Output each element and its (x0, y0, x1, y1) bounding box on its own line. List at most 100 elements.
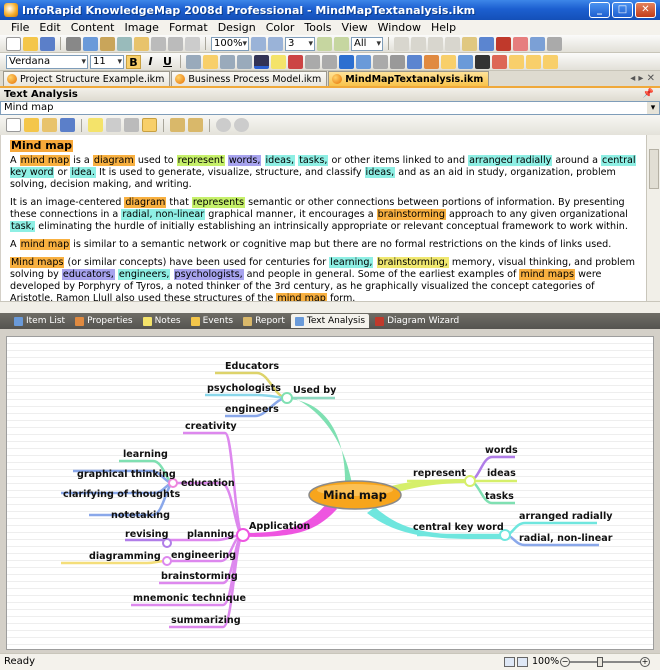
node-diagramming[interactable]: diagramming (89, 551, 161, 562)
relation-icon[interactable] (441, 54, 456, 69)
cut-icon[interactable] (66, 36, 81, 51)
tab-notes[interactable]: Notes (139, 314, 185, 328)
expand-icon[interactable] (317, 36, 332, 51)
align-left-icon[interactable] (186, 54, 201, 69)
chevron-down-icon[interactable]: ▾ (647, 102, 659, 114)
tab-text-analysis[interactable]: Text Analysis (290, 314, 370, 328)
highlighted-term[interactable]: psychologists, (173, 269, 244, 280)
highlighted-term[interactable]: mind map (19, 239, 71, 250)
italic-button[interactable]: I (143, 55, 158, 69)
highlighted-term[interactable]: radial, non-linear (121, 209, 206, 220)
zoom-in-icon[interactable] (251, 36, 266, 51)
highlight-icon[interactable] (271, 54, 286, 69)
analyze-icon[interactable] (142, 118, 157, 132)
highlighted-term[interactable]: Mind maps (10, 257, 65, 268)
node-summarizing[interactable]: summarizing (171, 615, 241, 626)
align-right-icon[interactable] (220, 54, 235, 69)
node-educators[interactable]: Educators (225, 361, 279, 372)
style-icon[interactable] (424, 54, 439, 69)
tab-navigation[interactable]: ◂ ▸ ✕ (630, 73, 655, 84)
sort-icon[interactable] (170, 118, 185, 132)
new-icon[interactable] (6, 36, 21, 51)
node-engineering[interactable]: engineering (171, 550, 236, 561)
vertical-scrollbar[interactable] (646, 135, 660, 301)
minimize-button[interactable]: _ (589, 2, 610, 18)
back-icon[interactable] (394, 36, 409, 51)
highlighted-term[interactable]: represents (191, 197, 246, 208)
mindmap-canvas[interactable]: Mind map Used by Educators psychologists… (6, 336, 654, 650)
line-style-icon[interactable] (305, 54, 320, 69)
print-icon[interactable] (134, 36, 149, 51)
delete-branch-icon[interactable] (513, 36, 528, 51)
highlighted-term[interactable]: engineers, (117, 269, 171, 280)
tab-project-structure[interactable]: Project Structure Example.ikm (3, 71, 171, 86)
tree-icon[interactable] (479, 36, 494, 51)
node-mnemonic-technique[interactable]: mnemonic technique (133, 593, 246, 604)
font-size-combo[interactable]: 11 (90, 54, 124, 69)
highlighted-term[interactable]: mind maps (519, 269, 576, 280)
shape-icon[interactable] (339, 54, 354, 69)
node-planning[interactable]: planning (187, 529, 234, 540)
find-icon[interactable] (117, 36, 132, 51)
highlighted-term[interactable]: ideas, (364, 167, 396, 178)
node-revising[interactable]: revising (125, 529, 169, 540)
previous-icon[interactable] (216, 118, 231, 132)
zoom-slider-knob[interactable] (597, 657, 603, 667)
connect-icon[interactable] (458, 54, 473, 69)
save-text-icon[interactable] (60, 118, 75, 132)
node-notetaking[interactable]: notetaking (111, 510, 170, 521)
line-icon[interactable] (356, 54, 371, 69)
save-icon[interactable] (40, 36, 55, 51)
font-color-icon[interactable] (254, 54, 269, 69)
tab-events[interactable]: Events (187, 314, 237, 328)
text-editor[interactable]: Mind map A mind map is a diagram used to… (1, 135, 646, 301)
menu-design[interactable]: Design (213, 20, 261, 35)
underline-button[interactable]: U (160, 55, 175, 69)
highlighted-term[interactable]: represent (176, 155, 225, 166)
undo-icon[interactable] (428, 36, 443, 51)
circle-icon[interactable] (475, 54, 490, 69)
node-clarifying-of-thoughts[interactable]: clarifying of thoughts (63, 489, 180, 500)
horizontal-scrollbar[interactable] (0, 301, 660, 313)
group-icon[interactable] (188, 118, 203, 132)
highlighted-term[interactable]: task, (10, 221, 36, 232)
arrow-icon[interactable] (390, 54, 405, 69)
mindmap-diagram[interactable]: Mind map Used by Educators psychologists… (7, 337, 655, 651)
node-creativity[interactable]: creativity (185, 421, 237, 432)
node-words[interactable]: words (485, 445, 518, 456)
maximize-button[interactable]: □ (612, 2, 633, 18)
tab-properties[interactable]: Properties (71, 314, 136, 328)
node-used-by[interactable]: Used by (293, 385, 337, 396)
eraser-icon[interactable] (106, 118, 121, 132)
fit-view-icon[interactable] (517, 657, 528, 667)
zoom-slider[interactable]: − + (560, 657, 650, 667)
highlighted-term[interactable]: ideas, (264, 155, 296, 166)
collapse-icon[interactable] (334, 36, 349, 51)
image-icon[interactable] (407, 54, 422, 69)
menu-window[interactable]: Window (373, 20, 426, 35)
menu-format[interactable]: Format (164, 20, 213, 35)
tab-mindmap-textanalysis[interactable]: MindMapTextanalysis.ikm (328, 71, 490, 86)
zoom-combo[interactable]: 100% (211, 36, 249, 51)
close-button[interactable]: ✕ (635, 2, 656, 18)
highlighted-term[interactable]: educators, (61, 269, 115, 280)
zoom-out-icon[interactable]: − (560, 657, 570, 667)
node-arranged-radially[interactable]: arranged radially (519, 511, 613, 522)
node-tasks[interactable]: tasks (485, 491, 514, 502)
shapes-icon[interactable] (492, 54, 507, 69)
clear-icon[interactable] (124, 118, 139, 132)
new-text-icon[interactable] (6, 118, 21, 132)
scrollbar-thumb[interactable] (649, 149, 659, 189)
export-icon[interactable] (168, 36, 183, 51)
fit-icon[interactable] (543, 54, 558, 69)
highlighted-term[interactable]: mind map (276, 293, 327, 301)
link-icon[interactable] (462, 36, 477, 51)
node-learning[interactable]: learning (123, 449, 168, 460)
open-icon[interactable] (23, 36, 38, 51)
menu-image[interactable]: Image (119, 20, 163, 35)
delete-icon[interactable] (496, 36, 511, 51)
paste-icon[interactable] (100, 36, 115, 51)
highlighted-term[interactable]: brainstorming (376, 209, 446, 220)
highlighted-term[interactable]: idea. (70, 167, 96, 178)
tree-layout-icon[interactable] (526, 54, 541, 69)
